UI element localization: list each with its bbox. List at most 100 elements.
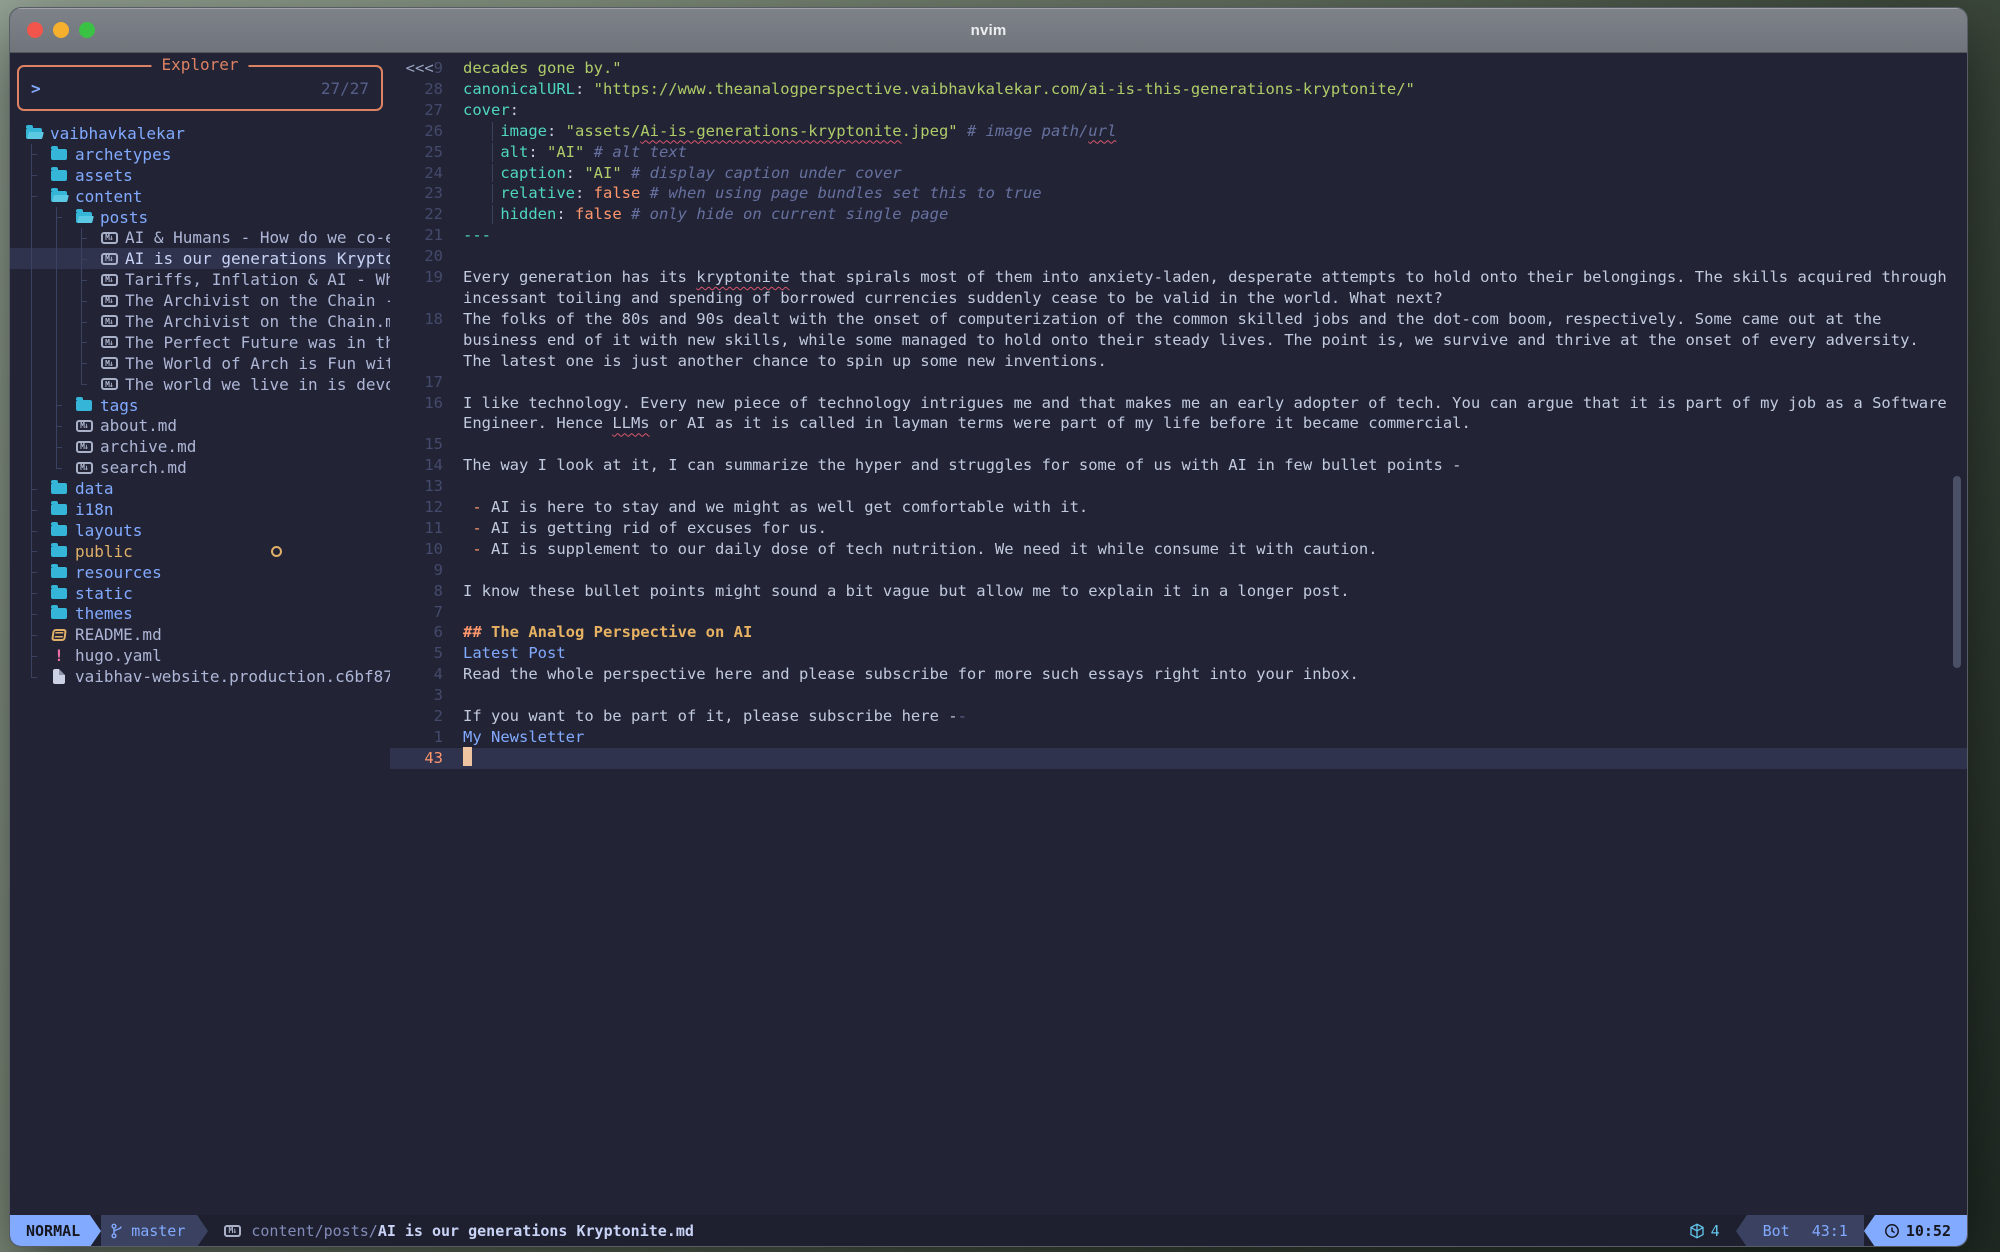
editor-line[interactable]: 6## The Analog Perspective on AI xyxy=(390,622,1967,643)
tree-item-label: data xyxy=(75,479,114,498)
editor-line[interactable]: 20 xyxy=(390,246,1967,267)
tree-item[interactable]: posts xyxy=(10,207,390,228)
tree-item[interactable]: !hugo.yaml xyxy=(10,645,390,666)
editor-line[interactable]: 19Every generation has its kryptonite th… xyxy=(390,267,1967,309)
md-icon xyxy=(76,420,93,432)
line-number: 11 xyxy=(390,518,447,539)
tree-item[interactable]: resources xyxy=(10,562,390,583)
tree-item[interactable]: archetypes xyxy=(10,144,390,165)
editor-line[interactable]: 21--- xyxy=(390,225,1967,246)
editor-line[interactable]: 28canonicalURL: "https://www.theanalogpe… xyxy=(390,79,1967,100)
line-number: 18 xyxy=(390,309,447,372)
tree-item[interactable]: search.md xyxy=(10,457,390,478)
editor-line[interactable]: 17 xyxy=(390,372,1967,393)
editor-line[interactable]: 8I know these bullet points might sound … xyxy=(390,581,1967,602)
tree-item[interactable]: themes xyxy=(10,603,390,624)
editor-line[interactable]: 2If you want to be part of it, please su… xyxy=(390,706,1967,727)
tree-item[interactable]: about.md xyxy=(10,415,390,436)
tree-item[interactable]: vaibhav-website.production.c6bf87a5 xyxy=(10,666,390,687)
tree-item-label: public xyxy=(75,542,133,561)
tree-item[interactable]: static xyxy=(10,583,390,604)
editor-line[interactable]: 9 xyxy=(390,560,1967,581)
tree-item-label: vaibhav-website.production.c6bf87a5 xyxy=(75,667,390,686)
editor-line[interactable]: 5Latest Post xyxy=(390,643,1967,664)
plugin-count: 4 xyxy=(1711,1222,1720,1240)
tree-item[interactable]: tags xyxy=(10,395,390,416)
close-button[interactable] xyxy=(27,22,43,38)
tree-item-label: The Perfect Future was in the P xyxy=(125,333,390,352)
md-icon xyxy=(101,253,118,265)
tree-item[interactable]: The World of Arch is Fun with O xyxy=(10,353,390,374)
zoom-button[interactable] xyxy=(79,22,95,38)
editor-line[interactable]: 43 xyxy=(390,748,1967,769)
line-content: ## The Analog Perspective on AI xyxy=(463,622,752,643)
tree-item-label: themes xyxy=(75,604,133,623)
tree-guide-tick xyxy=(31,572,37,573)
line-number: 17 xyxy=(390,372,447,393)
tree-guide-tick xyxy=(31,154,37,155)
titlebar[interactable]: nvim xyxy=(10,8,1967,53)
editor-line[interactable]: 23 relative: false # when using page bun… xyxy=(390,183,1967,204)
editor-line[interactable]: 25 alt: "AI" # alt text xyxy=(390,142,1967,163)
editor-line[interactable]: 14The way I look at it, I can summarize … xyxy=(390,455,1967,476)
tree-item[interactable]: AI & Humans - How do we co-exis xyxy=(10,227,390,248)
tree-item[interactable]: assets xyxy=(10,165,390,186)
tree-guide-tick xyxy=(81,384,87,385)
minimize-button[interactable] xyxy=(53,22,69,38)
line-number: 3 xyxy=(390,685,447,706)
tree-item-label: README.md xyxy=(75,625,162,644)
tree-guide-tick xyxy=(31,656,37,657)
tree-item[interactable]: content xyxy=(10,186,390,207)
tree-guide-tick xyxy=(81,363,87,364)
editor-line[interactable]: <<<9decades gone by." xyxy=(390,58,1967,79)
line-number: 7 xyxy=(390,602,447,623)
editor-line[interactable]: 15 xyxy=(390,434,1967,455)
tree-item[interactable]: i18n xyxy=(10,499,390,520)
tree-item-label: vaibhavkalekar xyxy=(50,124,185,143)
editor-line[interactable]: 7 xyxy=(390,602,1967,623)
tree-item[interactable]: README.md xyxy=(10,624,390,645)
tree-item[interactable]: The Perfect Future was in the P xyxy=(10,332,390,353)
tree-item[interactable]: The Archivist on the Chain.md xyxy=(10,311,390,332)
editor-line[interactable]: 26 image: "assets/Ai-is-generations-kryp… xyxy=(390,121,1967,142)
powerline-separator xyxy=(1736,1215,1747,1246)
editor-line[interactable]: 27cover: xyxy=(390,100,1967,121)
editor-line[interactable]: 18The folks of the 80s and 90s dealt wit… xyxy=(390,309,1967,372)
line-content: decades gone by." xyxy=(463,58,622,79)
line-content: Read the whole perspective here and plea… xyxy=(463,664,1359,685)
editor-line[interactable]: 10 - AI is supplement to our daily dose … xyxy=(390,539,1967,560)
tree-item[interactable]: vaibhavkalekar xyxy=(10,123,390,144)
tree-guide-tick xyxy=(31,175,37,176)
line-content: My Newsletter xyxy=(463,727,584,748)
tree-guide-tick xyxy=(81,280,87,281)
editor-line[interactable]: 22 hidden: false # only hide on current … xyxy=(390,204,1967,225)
editor-line[interactable]: 1My Newsletter xyxy=(390,727,1967,748)
tree-item[interactable]: layouts xyxy=(10,520,390,541)
editor-line[interactable]: 4Read the whole perspective here and ple… xyxy=(390,664,1967,685)
editor-line[interactable]: 24 caption: "AI" # display caption under… xyxy=(390,163,1967,184)
tree-guide-tick xyxy=(31,593,37,594)
editor-pane[interactable]: <<<9decades gone by."28canonicalURL: "ht… xyxy=(390,53,1967,1215)
folder-icon xyxy=(51,546,67,557)
tree-item[interactable]: public xyxy=(10,541,390,562)
tree-guide-tick xyxy=(56,468,62,469)
tree-item[interactable]: AI is our generations Kryptonit xyxy=(10,248,390,269)
tree-item[interactable]: archive.md xyxy=(10,436,390,457)
editor-line[interactable]: 16I like technology. Every new piece of … xyxy=(390,393,1967,435)
editor-line[interactable]: 12 - AI is here to stay and we might as … xyxy=(390,497,1967,518)
tree-guide-tick xyxy=(31,510,37,511)
tree-item-label: i18n xyxy=(75,500,114,519)
git-branch-icon xyxy=(110,1223,124,1239)
editor-line[interactable]: 11 - AI is getting rid of excuses for us… xyxy=(390,518,1967,539)
explorer-panel-title: Explorer xyxy=(151,55,248,74)
line-number: 23 xyxy=(390,183,447,204)
editor-line[interactable]: 3 xyxy=(390,685,1967,706)
statusline-right: 4 Bot 43:1 10:52 xyxy=(1689,1215,1967,1246)
scrollbar-thumb[interactable] xyxy=(1953,476,1961,668)
tree-item[interactable]: The world we live in is devoid xyxy=(10,374,390,395)
editor-line[interactable]: 13 xyxy=(390,476,1967,497)
tree-item[interactable]: The Archivist on the Chain - Ep xyxy=(10,290,390,311)
tree-item[interactable]: Tariffs, Inflation & AI - Why t xyxy=(10,269,390,290)
nvim-window: nvim Explorer > 27/27 vaibhavkalekararch… xyxy=(10,8,1967,1246)
tree-item[interactable]: data xyxy=(10,478,390,499)
